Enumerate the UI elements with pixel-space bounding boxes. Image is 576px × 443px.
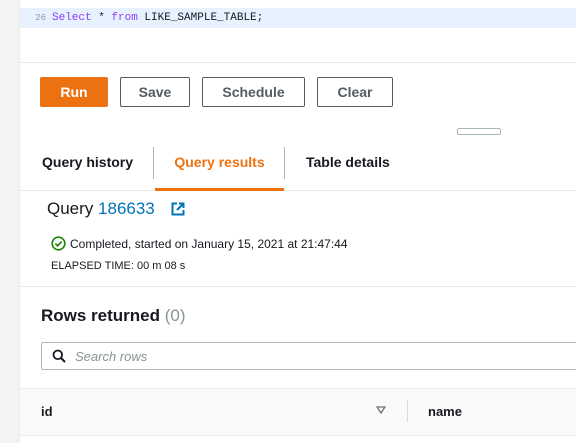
- elapsed-time: ELAPSED TIME: 00 m 08 s: [51, 260, 186, 272]
- check-circle-icon: [51, 236, 66, 251]
- query-title: Query 186633: [47, 199, 155, 219]
- keyword-select: Select: [52, 12, 92, 24]
- section-divider: [20, 286, 576, 287]
- editor-line[interactable]: 26 Select * from LIKE_SAMPLE_TABLE;: [20, 8, 576, 28]
- rows-count: (0): [164, 306, 186, 325]
- save-button[interactable]: Save: [120, 77, 190, 107]
- schedule-button[interactable]: Schedule: [202, 77, 305, 107]
- tab-query-results[interactable]: Query results: [155, 140, 284, 191]
- column-header-name[interactable]: name: [428, 404, 462, 419]
- clear-button[interactable]: Clear: [317, 77, 393, 107]
- search-rows[interactable]: [41, 342, 576, 370]
- query-id-link[interactable]: 186633: [98, 199, 155, 218]
- run-button[interactable]: Run: [40, 77, 108, 107]
- sort-down-icon[interactable]: [376, 406, 386, 414]
- tab-separator: [284, 147, 285, 179]
- status-text: Completed, started on January 15, 2021 a…: [70, 237, 348, 251]
- search-icon: [52, 349, 66, 363]
- table-header: id name: [20, 388, 576, 436]
- star-token: *: [91, 12, 112, 24]
- tab-table-details[interactable]: Table details: [306, 140, 390, 189]
- external-link-icon[interactable]: [171, 202, 185, 216]
- table-token: LIKE_SAMPLE_TABLE;: [137, 12, 264, 24]
- tab-separator: [153, 147, 154, 179]
- rows-returned-heading: Rows returned (0): [41, 306, 186, 326]
- tab-query-history[interactable]: Query history: [42, 140, 133, 189]
- search-input[interactable]: [75, 343, 555, 369]
- resize-handle[interactable]: [457, 128, 501, 135]
- tab-bar: Query history Query results Table detail…: [20, 140, 576, 191]
- query-prefix: Query: [47, 199, 99, 218]
- column-resizer[interactable]: [407, 400, 408, 422]
- rows-returned-label: Rows returned: [41, 306, 161, 325]
- sql-editor[interactable]: 26 Select * from LIKE_SAMPLE_TABLE;: [20, 0, 576, 63]
- left-rail: [0, 0, 20, 443]
- line-number: 26: [35, 13, 46, 23]
- column-header-id[interactable]: id: [41, 404, 53, 419]
- keyword-from: from: [111, 12, 138, 24]
